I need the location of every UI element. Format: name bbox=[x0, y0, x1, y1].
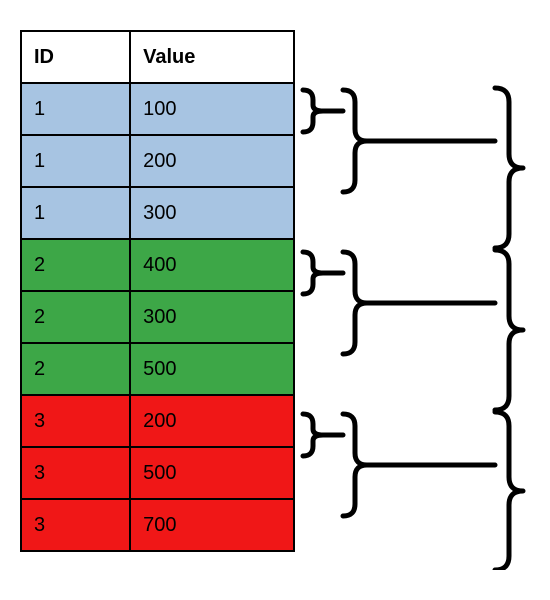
cell-value: 300 bbox=[130, 291, 294, 343]
brace-icon bbox=[303, 414, 323, 456]
header-id: ID bbox=[21, 31, 130, 83]
cell-id: 1 bbox=[21, 135, 130, 187]
cell-value: 300 bbox=[130, 187, 294, 239]
table-row: 3 700 bbox=[21, 499, 294, 551]
brace-icon bbox=[495, 88, 523, 248]
brace-icon bbox=[343, 252, 367, 354]
cell-value: 400 bbox=[130, 239, 294, 291]
cell-id: 2 bbox=[21, 291, 130, 343]
table-row: 3 500 bbox=[21, 447, 294, 499]
cell-id: 1 bbox=[21, 187, 130, 239]
cell-value: 100 bbox=[130, 83, 294, 135]
table-row: 1 200 bbox=[21, 135, 294, 187]
cell-value: 200 bbox=[130, 395, 294, 447]
table-row: 3 200 bbox=[21, 395, 294, 447]
cell-id: 3 bbox=[21, 447, 130, 499]
cell-id: 3 bbox=[21, 395, 130, 447]
brace-icon bbox=[343, 414, 367, 516]
header-value: Value bbox=[130, 31, 294, 83]
brace-icon bbox=[495, 412, 523, 570]
table-row: 2 300 bbox=[21, 291, 294, 343]
brace-icon bbox=[303, 90, 323, 132]
cell-value: 500 bbox=[130, 447, 294, 499]
table-header-row: ID Value bbox=[21, 31, 294, 83]
cell-id: 3 bbox=[21, 499, 130, 551]
table-row: 2 500 bbox=[21, 343, 294, 395]
table-row: 2 400 bbox=[21, 239, 294, 291]
cell-value: 700 bbox=[130, 499, 294, 551]
cell-id: 2 bbox=[21, 239, 130, 291]
cell-value: 500 bbox=[130, 343, 294, 395]
table-row: 1 100 bbox=[21, 83, 294, 135]
table-row: 1 300 bbox=[21, 187, 294, 239]
grouping-braces bbox=[295, 30, 535, 570]
brace-icon bbox=[303, 252, 323, 294]
cell-value: 200 bbox=[130, 135, 294, 187]
data-table: ID Value 1 100 1 200 1 300 2 400 2 300 2… bbox=[20, 30, 295, 552]
brace-icon bbox=[495, 250, 523, 410]
cell-id: 2 bbox=[21, 343, 130, 395]
brace-icon bbox=[343, 90, 367, 192]
cell-id: 1 bbox=[21, 83, 130, 135]
